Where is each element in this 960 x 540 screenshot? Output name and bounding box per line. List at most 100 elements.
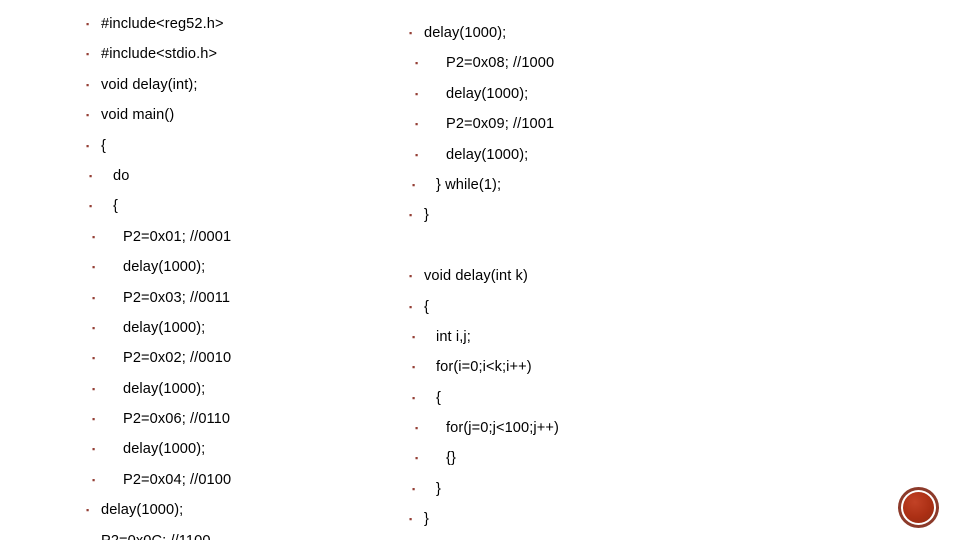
code-line-text: for(i=0;i<k;i++) <box>436 359 532 376</box>
square-bullet-icon <box>415 48 428 78</box>
code-line-text: } <box>424 511 429 528</box>
square-bullet-icon <box>415 413 428 443</box>
code-line: void delay(int); <box>86 70 406 100</box>
code-line-text: delay(1000); <box>424 25 507 41</box>
square-bullet-icon <box>412 474 425 504</box>
code-line: {} <box>409 443 729 473</box>
code-line: #include<stdio.h> <box>86 39 406 69</box>
square-bullet-icon <box>92 343 105 373</box>
code-line: for(j=0;j<100;j++) <box>409 413 729 443</box>
slide-logo-circle-icon <box>898 487 939 528</box>
code-line-text: #include<reg52.h> <box>101 16 224 32</box>
square-bullet-icon <box>409 18 422 48</box>
square-bullet-icon <box>415 443 428 473</box>
code-line-text: P2=0x04; //0100 <box>123 471 232 488</box>
code-line-text: void delay(int); <box>101 76 198 93</box>
code-line-text: P2=0x01; //0001 <box>123 228 232 245</box>
code-line: delay(1000); <box>409 79 729 109</box>
square-bullet-icon <box>92 313 105 343</box>
square-bullet-icon <box>92 374 105 404</box>
square-bullet-icon <box>412 352 425 382</box>
code-line-text: P2=0x02; //0010 <box>123 350 232 367</box>
code-column-right: delay(1000); P2=0x08; //1000 delay(1000); P… <box>409 0 729 535</box>
code-line-text: delay(1000); <box>446 146 529 163</box>
square-bullet-icon <box>89 191 102 221</box>
code-line-text: P2=0x06; //0110 <box>123 411 231 428</box>
code-line-text: for(j=0;j<100;j++) <box>446 420 559 437</box>
code-line-text: P2=0x09; //1001 <box>446 116 555 133</box>
square-bullet-icon <box>92 465 105 495</box>
code-line-text: delay(1000); <box>123 380 206 397</box>
square-bullet-icon <box>412 170 425 200</box>
square-bullet-icon <box>89 161 102 191</box>
code-line: { <box>409 383 729 413</box>
code-line-text: } <box>424 207 429 224</box>
code-line: { <box>409 292 729 322</box>
code-line: void delay(int k) <box>409 261 729 291</box>
code-line-text: delay(1000); <box>123 319 206 336</box>
code-line-text: } <box>436 480 441 497</box>
square-bullet-icon <box>86 70 99 100</box>
code-line: P2=0x01; //0001 <box>86 222 406 252</box>
square-bullet-icon <box>409 504 422 534</box>
code-line-text: int i,j; <box>436 328 471 345</box>
code-line-text: {} <box>446 450 456 467</box>
code-line: delay(1000); <box>409 140 729 170</box>
code-line: P2=0x0C; //1100 <box>86 526 406 540</box>
code-line-text: do <box>113 167 130 184</box>
code-line-text: void main() <box>101 107 175 124</box>
code-line: P2=0x03; //0011 <box>86 283 406 313</box>
square-bullet-icon <box>412 383 425 413</box>
code-line: delay(1000); <box>86 495 406 525</box>
square-bullet-icon <box>415 140 428 170</box>
code-line: P2=0x06; //0110 <box>86 404 406 434</box>
code-line: P2=0x02; //0010 <box>86 343 406 373</box>
square-bullet-icon <box>86 9 99 39</box>
square-bullet-icon <box>92 404 105 434</box>
square-bullet-icon <box>92 252 105 282</box>
code-line-text: delay(1000); <box>123 259 206 276</box>
code-line: delay(1000); <box>86 313 406 343</box>
code-line: delay(1000); <box>409 18 729 48</box>
code-line: do <box>86 161 406 191</box>
code-line: delay(1000); <box>86 374 406 404</box>
code-line: { <box>86 131 406 161</box>
square-bullet-icon <box>409 292 422 322</box>
square-bullet-icon <box>86 495 99 525</box>
slide-canvas: #include<reg52.h> #include<stdio.h> void d… <box>0 0 960 540</box>
code-line: delay(1000); <box>86 252 406 282</box>
code-line: P2=0x04; //0100 <box>86 465 406 495</box>
code-line-text: { <box>424 298 429 315</box>
code-line-text: delay(1000); <box>101 502 184 519</box>
code-line-text: delay(1000); <box>123 441 206 458</box>
square-bullet-icon <box>409 261 422 291</box>
code-line: P2=0x08; //1000 <box>409 48 729 78</box>
code-line-spacer <box>409 231 729 261</box>
code-line: for(i=0;i<k;i++) <box>409 352 729 382</box>
code-line-text: { <box>113 198 118 215</box>
square-bullet-icon <box>92 222 105 252</box>
code-line-text: } while(1); <box>436 176 502 193</box>
code-line-text: void delay(int k) <box>424 268 528 285</box>
code-line: } <box>409 504 729 534</box>
code-line: } while(1); <box>409 170 729 200</box>
square-bullet-icon <box>92 283 105 313</box>
code-line-text: P2=0x08; //1000 <box>446 55 555 72</box>
code-line-text: P2=0x0C; //1100 <box>99 526 211 540</box>
square-bullet-icon <box>412 322 425 352</box>
code-line: void main() <box>86 100 406 130</box>
code-line-text: #include<stdio.h> <box>101 46 218 63</box>
logo-core <box>903 492 934 523</box>
square-bullet-icon <box>409 200 422 230</box>
code-line: int i,j; <box>409 322 729 352</box>
square-bullet-icon <box>415 109 428 139</box>
code-line: { <box>86 191 406 221</box>
code-line-text: { <box>436 389 441 406</box>
code-line: #include<reg52.h> <box>86 9 406 39</box>
code-line: delay(1000); <box>86 434 406 464</box>
code-line: } <box>409 200 729 230</box>
code-line: P2=0x09; //1001 <box>409 109 729 139</box>
code-line: } <box>409 474 729 504</box>
square-bullet-icon <box>86 100 99 130</box>
code-line-text: delay(1000); <box>446 85 529 102</box>
